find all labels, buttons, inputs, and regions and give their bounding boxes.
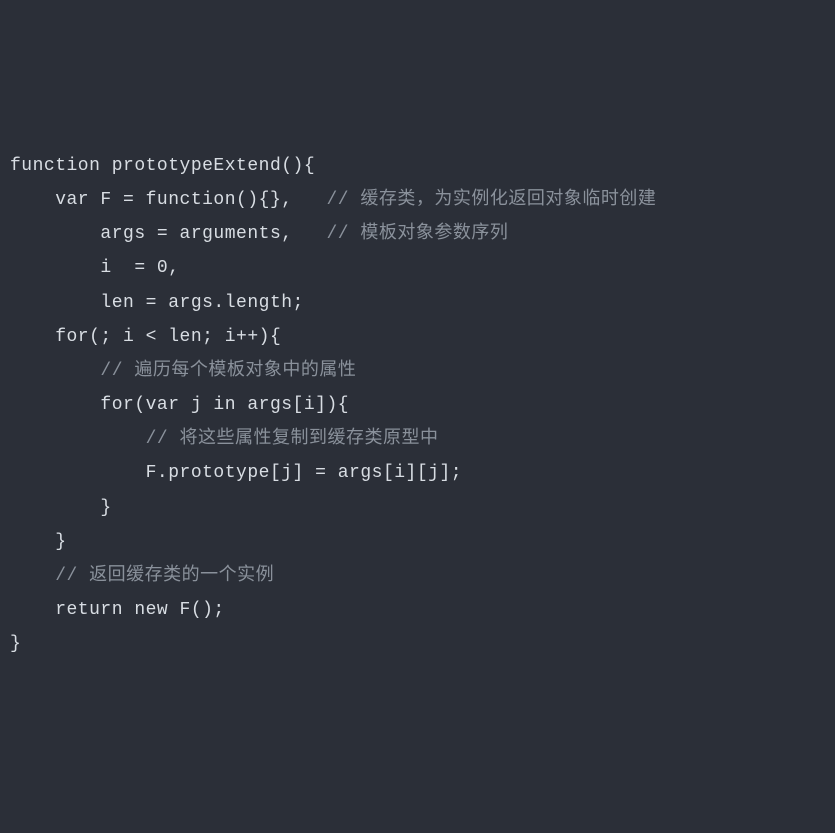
code-line: for(; i < len; i++){ — [10, 320, 825, 354]
code-block: function prototypeExtend(){ var F = func… — [10, 149, 825, 662]
code-line: return new F(); — [10, 593, 825, 627]
code-text: return new F(); — [10, 600, 225, 620]
code-text: len = args.length; — [10, 293, 304, 313]
code-text — [10, 566, 55, 586]
code-line: function prototypeExtend(){ — [10, 149, 825, 183]
code-line: // 将这些属性复制到缓存类原型中 — [10, 422, 825, 456]
code-line: } — [10, 525, 825, 559]
code-text: } — [10, 532, 67, 552]
code-line: } — [10, 491, 825, 525]
code-comment: // 返回缓存类的一个实例 — [55, 566, 274, 586]
code-comment: // 遍历每个模板对象中的属性 — [100, 361, 356, 381]
code-comment: // 缓存类，为实例化返回对象临时创建 — [293, 190, 657, 210]
code-line: args = arguments, // 模板对象参数序列 — [10, 217, 825, 251]
code-text: args = arguments, — [10, 224, 293, 244]
code-text: } — [10, 634, 21, 654]
code-text: var F = function(){}, — [10, 190, 293, 210]
code-text: for(var j in args[i]){ — [10, 395, 349, 415]
code-comment: // 将这些属性复制到缓存类原型中 — [146, 429, 439, 449]
code-line: // 返回缓存类的一个实例 — [10, 559, 825, 593]
code-text: for(; i < len; i++){ — [10, 327, 281, 347]
code-line: F.prototype[j] = args[i][j]; — [10, 456, 825, 490]
code-text — [10, 429, 146, 449]
code-line: for(var j in args[i]){ — [10, 388, 825, 422]
code-text: } — [10, 498, 112, 518]
code-text: F.prototype[j] = args[i][j]; — [10, 463, 462, 483]
code-line: } — [10, 627, 825, 661]
code-line: var F = function(){}, // 缓存类，为实例化返回对象临时创… — [10, 183, 825, 217]
code-comment: // 模板对象参数序列 — [293, 224, 509, 244]
code-text: function prototypeExtend(){ — [10, 156, 315, 176]
code-line: len = args.length; — [10, 286, 825, 320]
code-text: i = 0, — [10, 258, 180, 278]
code-line: i = 0, — [10, 251, 825, 285]
code-line: // 遍历每个模板对象中的属性 — [10, 354, 825, 388]
code-text — [10, 361, 100, 381]
